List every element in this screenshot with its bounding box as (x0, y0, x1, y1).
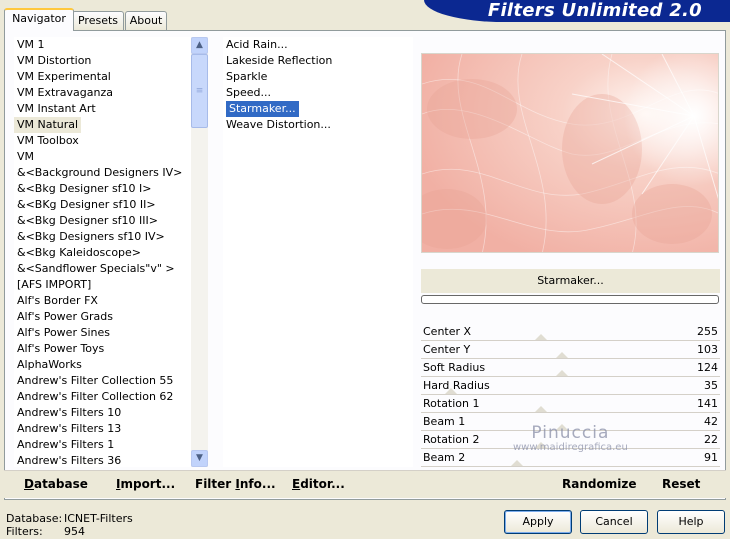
current-filter-name: Starmaker... (421, 269, 720, 293)
category-item[interactable]: &<Bkg Designer sf10 I> (14, 181, 191, 197)
editor-button[interactable]: Editor... (292, 477, 345, 491)
filter-item[interactable]: Speed... (223, 85, 413, 101)
parameter-label: Center Y (423, 343, 471, 356)
category-item[interactable]: VM Natural (14, 117, 82, 133)
parameter-value: 255 (697, 325, 718, 338)
slider-thumb[interactable] (534, 334, 547, 340)
category-item[interactable]: VM Distortion (14, 53, 191, 69)
parameter-label: Rotation 2 (423, 433, 480, 446)
parameter-slider[interactable]: Beam 2 91 (421, 449, 720, 467)
parameter-value: 91 (704, 451, 718, 464)
parameter-label: Beam 1 (423, 415, 466, 428)
parameter-slider[interactable]: Rotation 2 22 (421, 431, 720, 449)
parameter-slider[interactable]: Soft Radius 124 (421, 359, 720, 377)
filter-item[interactable]: Weave Distortion... (223, 117, 413, 133)
slider-thumb[interactable] (555, 370, 568, 376)
database-value: ICNET-Filters (64, 512, 133, 525)
category-item[interactable]: VM Instant Art (14, 101, 191, 117)
category-item[interactable]: AlphaWorks (14, 357, 191, 373)
category-item[interactable]: &<Background Designers IV> (14, 165, 191, 181)
category-item[interactable]: &<Bkg Designers sf10 IV> (14, 229, 191, 245)
parameter-slider[interactable]: Center Y 103 (421, 341, 720, 359)
filters-count: 954 (64, 525, 85, 538)
category-item[interactable]: Andrew's Filter Collection 55 (14, 373, 191, 389)
parameter-label: Beam 2 (423, 451, 466, 464)
parameter-label: Soft Radius (423, 361, 486, 374)
import-button[interactable]: Import... (116, 477, 175, 491)
filter-item[interactable]: Starmaker... (223, 101, 413, 117)
category-item[interactable]: VM Toolbox (14, 133, 191, 149)
apply-button[interactable]: Apply (504, 510, 572, 534)
filter-list[interactable]: Acid Rain... Lakeside Reflection Sparkle Sp… (223, 37, 413, 467)
parameter-value: 141 (697, 397, 718, 410)
slider-thumb[interactable] (555, 424, 568, 430)
main-panel: VM 1 VM Distortion VM Experimental VM Extra… (4, 30, 726, 500)
grip-icon: ≡ (195, 86, 204, 96)
randomize-button[interactable]: Randomize (562, 477, 636, 491)
parameter-value: 124 (697, 361, 718, 374)
category-item[interactable]: &<Bkg Kaleidoscope> (14, 245, 191, 261)
reset-button[interactable]: Reset (662, 477, 700, 491)
parameter-slider[interactable]: Center X 255 (421, 323, 720, 341)
category-item[interactable]: Andrew's Filter Collection 62 (14, 389, 191, 405)
category-item[interactable]: [AFS IMPORT] (14, 277, 191, 293)
parameter-value: 35 (704, 379, 718, 392)
database-button[interactable]: Database (24, 477, 88, 491)
filter-info-button[interactable]: Filter Info... (195, 477, 276, 491)
parameter-slider[interactable]: Rotation 1 141 (421, 395, 720, 413)
app-title-banner: Filters Unlimited 2.0 (424, 0, 730, 22)
category-item[interactable]: &<BKg Designer sf10 II> (14, 197, 191, 213)
slider-track[interactable] (421, 466, 720, 467)
filters-label: Filters: (6, 525, 43, 538)
category-item[interactable]: Alf's Border FX (14, 293, 191, 309)
tab-navigator[interactable]: Navigator (4, 8, 74, 31)
category-item[interactable]: Alf's Power Toys (14, 341, 191, 357)
status-info: Database: ICNET-Filters Filters: 954 (6, 512, 133, 538)
tab-about[interactable]: About (125, 11, 167, 30)
parameter-sliders: Center X 255 Center Y 103 Soft Radius 124 Hard… (421, 323, 720, 467)
parameter-value: 22 (704, 433, 718, 446)
category-item[interactable]: VM Experimental (14, 69, 191, 85)
category-item[interactable]: Andrew's Filters 1 (14, 437, 191, 453)
preview-image (421, 53, 719, 253)
help-button[interactable]: Help (657, 510, 725, 534)
chevron-up-icon[interactable]: ▲ (191, 37, 208, 54)
tab-presets[interactable]: Presets (72, 11, 124, 30)
parameter-slider[interactable]: Hard Radius 35 (421, 377, 720, 395)
parameter-slider[interactable]: Beam 1 42 (421, 413, 720, 431)
filter-item-selected[interactable]: Starmaker... (226, 101, 299, 117)
progress-bar (421, 295, 719, 304)
parameter-value: 103 (697, 343, 718, 356)
slider-thumb[interactable] (444, 388, 457, 394)
category-item[interactable]: VM Extravaganza (14, 85, 191, 101)
category-item[interactable]: Andrew's Filters 10 (14, 405, 191, 421)
category-item[interactable]: Andrew's Filters 13 (14, 421, 191, 437)
parameter-value: 42 (704, 415, 718, 428)
category-item[interactable]: Andrew's Filters 36 (14, 453, 191, 467)
category-item[interactable]: Alf's Power Sines (14, 325, 191, 341)
slider-thumb[interactable] (534, 406, 547, 412)
scrollbar-thumb[interactable]: ≡ (191, 54, 208, 128)
database-label: Database: (6, 512, 63, 525)
category-item[interactable]: VM 1 (14, 37, 191, 53)
category-item[interactable]: Alf's Power Grads (14, 309, 191, 325)
category-item[interactable]: &<Sandflower Specials"v" > (14, 261, 191, 277)
slider-thumb[interactable] (510, 460, 523, 466)
slider-thumb[interactable] (555, 352, 568, 358)
chevron-down-icon[interactable]: ▼ (191, 450, 208, 467)
category-item[interactable]: VM (14, 149, 191, 165)
category-list[interactable]: VM 1 VM Distortion VM Experimental VM Extra… (14, 37, 191, 467)
filter-item[interactable]: Sparkle (223, 69, 413, 85)
filter-item[interactable]: Acid Rain... (223, 37, 413, 53)
slider-thumb[interactable] (534, 442, 547, 448)
filter-item[interactable]: Lakeside Reflection (223, 53, 413, 69)
parameter-label: Rotation 1 (423, 397, 480, 410)
bottom-action-bar: Database Import... Filter Info... Editor… (4, 470, 726, 498)
category-scrollbar[interactable]: ▲ ≡ ▼ (191, 37, 208, 467)
cancel-button[interactable]: Cancel (580, 510, 648, 534)
category-item[interactable]: &<Bkg Designer sf10 III> (14, 213, 191, 229)
parameter-label: Center X (423, 325, 472, 338)
